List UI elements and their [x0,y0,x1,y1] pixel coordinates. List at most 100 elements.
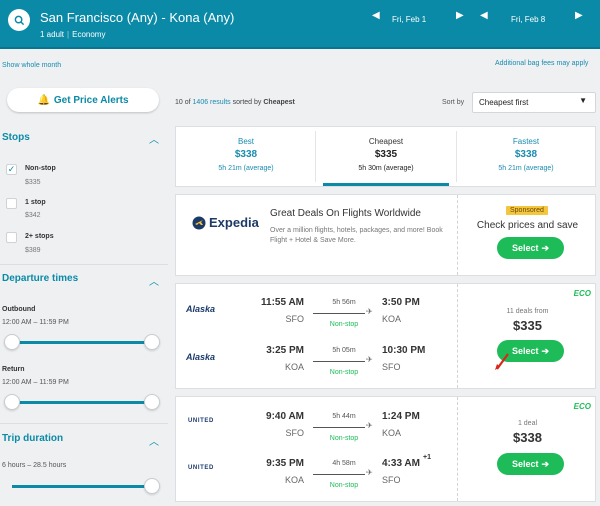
ad-content: Expedia Great Deals On Flights Worldwide… [176,195,457,275]
tab-duration: 5h 30m (average) [358,165,414,172]
duration-slider-max-handle[interactable] [144,478,160,494]
airline-logo: Alaska [186,352,216,362]
flight-leg-outbound: UNITED 9:40 AM SFO 5h 44m ✈ Non-stop 1:2… [176,408,457,448]
airline-logo: UNITED [188,418,214,424]
return-slider-track[interactable] [12,401,152,404]
departure-airport: KOA [284,475,304,485]
chevron-up-icon[interactable]: ︿ [149,433,159,448]
departure-time: 11:55 AM [261,297,304,308]
depart-prev-arrow-icon[interactable]: ◀ [372,10,380,21]
depart-next-arrow-icon[interactable]: ▶ [456,10,464,21]
airline-logo: UNITED [188,465,214,471]
dropdown-arrow-icon: ▼ [579,96,587,105]
tab-cheapest[interactable]: Cheapest $335 5h 30m (average) [316,127,456,186]
return-slider-max-handle[interactable] [144,394,160,410]
price-alerts-label: Get Price Alerts [53,94,129,106]
return-prev-arrow-icon[interactable]: ◀ [480,10,488,21]
one-stop-checkbox[interactable] [6,198,17,209]
stops-label: Non-stop [329,482,359,489]
return-next-arrow-icon[interactable]: ▶ [575,10,583,21]
tab-fastest[interactable]: Fastest $338 5h 21m (average) [456,127,596,186]
route-line [313,361,365,362]
globe-plane-icon [192,216,206,229]
price-alerts-button[interactable]: 🔔 Get Price Alerts [7,88,159,112]
depart-date[interactable]: Fri, Feb 1 [392,12,426,26]
route-line [313,474,365,475]
flight-leg-return: UNITED 9:35 PM KOA 4h 58m ✈ Non-stop 4:3… [176,454,457,495]
expedia-wordmark: Expedia [209,215,259,230]
flight-duration: 5h 44m [332,413,356,420]
arrival-airport: KOA [382,428,402,438]
show-whole-month-link[interactable]: Show whole month [2,62,61,69]
route-summary[interactable]: San Francisco (Any) - Kona (Any) [40,10,234,25]
return-range: 12:00 AM – 11:59 PM [2,379,69,386]
return-date[interactable]: Fri, Feb 8 [511,12,545,26]
button-label: Select [511,243,539,253]
flight-result-card[interactable]: Alaska 11:55 AM SFO 5h 56m ✈ Non-stop 3:… [175,283,596,389]
ad-description: Over a million flights, hotels, packages… [270,227,443,244]
tab-title: Fastest [512,137,540,146]
sort-value: Cheapest first [479,98,529,107]
bag-fees-link[interactable]: Additional bag fees may apply [495,60,588,67]
sort-tabs: Best $338 5h 21m (average) Cheapest $335… [175,126,596,187]
flight-leg-return: Alaska 3:25 PM KOA 5h 05m ✈ Non-stop 10:… [176,342,457,382]
arrow-right-icon: ➔ [541,242,550,253]
departure-times-heading[interactable]: Departure times [2,273,78,284]
stop-option-label: 2+ stops [25,233,54,240]
outbound-slider-track[interactable] [12,341,152,344]
results-count-link[interactable]: 1406 results [193,99,231,106]
cabin-class: Economy [72,30,106,39]
departure-time: 9:40 AM [266,411,304,422]
arrival-time: 1:24 PM [382,411,420,422]
route-line [313,313,365,314]
button-label: Select [511,346,539,356]
sort-label: Sort by [442,99,465,106]
outbound-range: 12:00 AM – 11:59 PM [2,319,69,326]
flight-result-card[interactable]: UNITED 9:40 AM SFO 5h 44m ✈ Non-stop 1:2… [175,396,596,502]
outbound-slider-min-handle[interactable] [4,334,20,350]
plane-icon: ✈ [366,421,373,430]
trip-duration-heading[interactable]: Trip duration [2,433,63,444]
duration-slider-track[interactable] [12,485,152,488]
stop-option-price: $335 [25,179,41,186]
arrow-right-icon: ➔ [541,345,550,356]
sponsored-ad-card[interactable]: Expedia Great Deals On Flights Worldwide… [175,194,596,276]
deals-count: 1 deal [517,420,538,427]
ad-select-button[interactable]: Select ➔ [497,237,564,259]
deals-count: 11 deals from [506,308,549,315]
search-button[interactable] [8,9,30,31]
ad-cta-text: Check prices and save [476,220,579,231]
ad-title: Great Deals On Flights Worldwide [270,208,421,219]
divider [0,423,168,424]
return-label: Return [2,366,25,373]
stop-option-price: $342 [25,212,41,219]
plane-icon: ✈ [366,307,373,316]
cursor-pointer-icon [495,353,509,370]
arrow-right-icon: ➔ [541,458,550,469]
stops-heading[interactable]: Stops [2,132,30,143]
two-plus-stops-checkbox[interactable] [6,232,17,243]
sort-select[interactable]: Cheapest first ▼ [472,92,596,113]
price-panel: ECO 1 deal $338 Select ➔ [457,397,596,501]
chevron-up-icon[interactable]: ︿ [149,131,159,146]
arrival-time: 10:30 PM [382,345,426,356]
chevron-up-icon[interactable]: ︿ [149,273,159,288]
return-slider-min-handle[interactable] [4,394,20,410]
outbound-label: Outbound [2,306,36,313]
stops-label: Non-stop [329,435,359,442]
nonstop-checkbox[interactable]: ✓ [6,164,17,175]
tab-duration: 5h 21m (average) [218,165,274,172]
outbound-slider-max-handle[interactable] [144,334,160,350]
departure-airport: SFO [285,314,304,324]
stop-option-label: Non-stop [25,165,56,172]
eco-badge: ECO [573,402,591,411]
passenger-count: 1 adult [40,30,65,39]
select-flight-button[interactable]: Select ➔ [497,453,564,475]
tab-price: $335 [374,149,398,160]
arrival-time: 3:50 PM [382,297,420,308]
tab-best[interactable]: Best $338 5h 21m (average) [176,127,316,186]
travelers-summary[interactable]: 1 adult | Economy [40,30,105,39]
tab-title: Best [237,137,254,146]
separator: | [67,30,70,39]
departure-airport: SFO [285,428,304,438]
